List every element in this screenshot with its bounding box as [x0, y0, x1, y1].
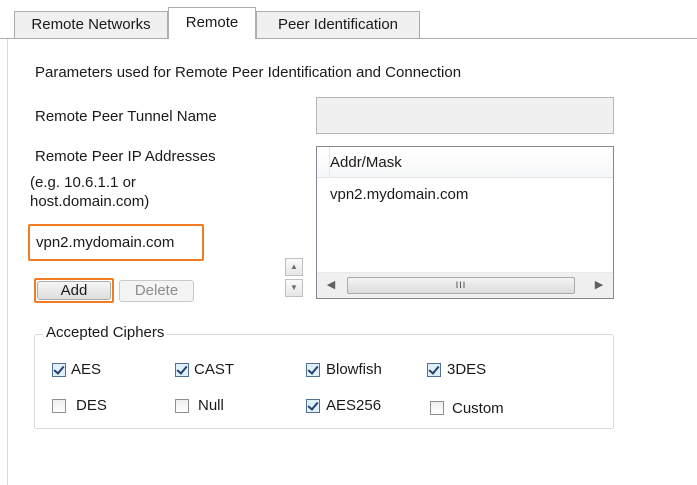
ip-hint-line1: (e.g. 10.6.1.1 or	[30, 174, 136, 191]
checkbox-label-blowfish[interactable]: Blowfish	[326, 361, 382, 378]
scroll-right-icon[interactable]: ▶	[589, 273, 609, 298]
checkbox-label-des[interactable]: DES	[76, 397, 107, 414]
tab-strip-divider	[0, 38, 697, 39]
list-item[interactable]: vpn2.mydomain.com	[330, 178, 468, 212]
tunnel-name-field	[316, 97, 614, 134]
tab-remote[interactable]: Remote	[168, 7, 256, 39]
checkbox-label-aes[interactable]: AES	[71, 361, 101, 378]
checkbox-cast[interactable]	[175, 363, 189, 377]
checkbox-blowfish[interactable]	[306, 363, 320, 377]
check-icon	[53, 363, 65, 375]
tab-remote-networks[interactable]: Remote Networks	[14, 11, 168, 38]
panel-description: Parameters used for Remote Peer Identifi…	[35, 64, 462, 81]
checkbox-null[interactable]	[175, 399, 189, 413]
checkbox-custom[interactable]	[430, 401, 444, 415]
tab-peer-identification[interactable]: Peer Identification	[256, 11, 420, 38]
column-header-addr-mask[interactable]: Addr/Mask	[317, 147, 613, 178]
checkbox-3des[interactable]	[427, 363, 441, 377]
arrow-down-icon: ▼	[290, 283, 298, 292]
arrow-up-icon: ▲	[290, 262, 298, 271]
ip-hint-line2: host.domain.com)	[30, 193, 150, 210]
checkbox-aes256[interactable]	[306, 399, 320, 413]
move-up-button[interactable]: ▲	[285, 258, 303, 276]
checkbox-des[interactable]	[52, 399, 66, 413]
checkbox-aes[interactable]	[52, 363, 66, 377]
address-list[interactable]: Addr/Mask vpn2.mydomain.com ◀ III ▶	[316, 146, 614, 299]
delete-button[interactable]: Delete	[119, 280, 194, 302]
add-button[interactable]: Add	[37, 281, 111, 300]
ip-addresses-label: Remote Peer IP Addresses	[35, 148, 216, 165]
check-icon	[307, 363, 319, 375]
check-icon	[307, 399, 319, 411]
accepted-ciphers-title: Accepted Ciphers	[43, 324, 168, 341]
check-icon	[176, 363, 188, 375]
tunnel-name-label: Remote Peer Tunnel Name	[35, 108, 217, 125]
checkbox-label-custom[interactable]: Custom	[452, 400, 504, 417]
checkbox-label-null[interactable]: Null	[198, 397, 224, 414]
checkbox-label-cast[interactable]: CAST	[194, 361, 234, 378]
checkbox-label-aes256[interactable]: AES256	[326, 397, 381, 414]
scroll-thumb[interactable]: III	[347, 277, 575, 294]
checkbox-label-3des[interactable]: 3DES	[447, 361, 486, 378]
move-down-button[interactable]: ▼	[285, 279, 303, 297]
horizontal-scrollbar[interactable]: ◀ III ▶	[317, 272, 613, 298]
column-divider	[329, 147, 330, 178]
check-icon	[428, 363, 440, 375]
scroll-left-icon[interactable]: ◀	[321, 273, 341, 298]
accepted-ciphers-group	[34, 334, 614, 429]
host-address-input[interactable]: vpn2.mydomain.com	[28, 224, 204, 261]
